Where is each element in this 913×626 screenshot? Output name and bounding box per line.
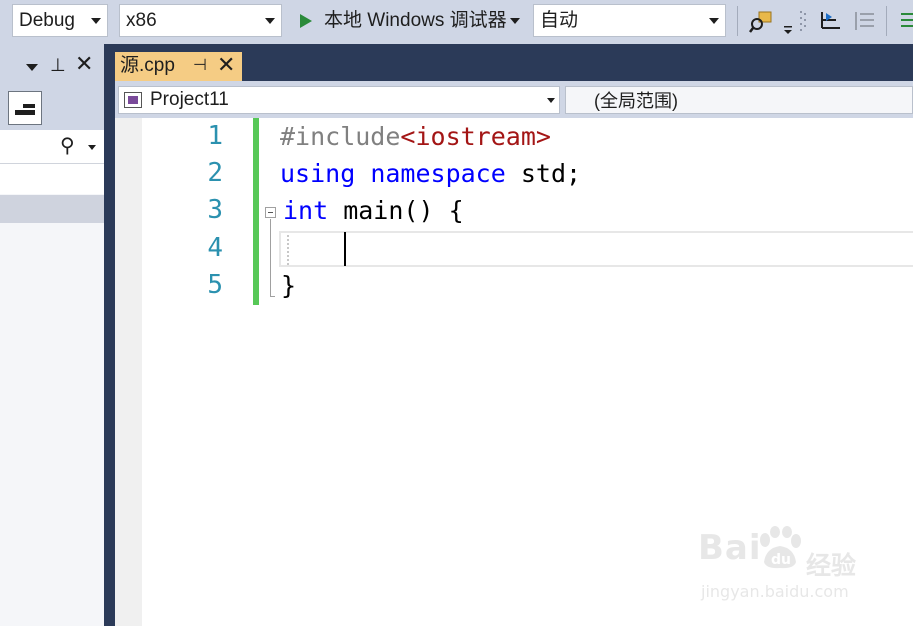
- collapse-region-icon[interactable]: [265, 207, 276, 218]
- outline-line: [270, 219, 271, 297]
- paw-logo-icon: du: [760, 526, 801, 569]
- document-tab-strip: 源.cpp ⊣ ✕: [115, 44, 913, 81]
- code-line-1[interactable]: #include<iostream>: [280, 118, 551, 155]
- baidu-jingyan-watermark: Bai du 经验 jingyan.baidu.com: [698, 526, 868, 606]
- code-line-5[interactable]: }: [281, 267, 296, 304]
- glyph-margin[interactable]: [115, 118, 142, 626]
- code-text: std;: [505, 159, 582, 188]
- change-tracking-bar: [253, 118, 259, 305]
- panel-search-box[interactable]: ⚲: [0, 130, 104, 164]
- line-number: 4: [207, 233, 223, 263]
- start-debugging-button[interactable]: 本地 Windows 调试器: [296, 4, 528, 37]
- preprocessor-directive: #include: [280, 122, 401, 151]
- include-header: <iostream>: [400, 122, 551, 151]
- pin-tab-icon[interactable]: ⊣: [193, 57, 207, 75]
- watermark-brand-left: Bai: [698, 528, 762, 568]
- keyword-int: int: [283, 196, 329, 225]
- step-into-icon[interactable]: [818, 8, 844, 34]
- platform-value: x86: [126, 10, 157, 31]
- scope-label: (全局范围): [594, 91, 678, 111]
- toolbar-overflow-icon[interactable]: [782, 14, 794, 36]
- navigation-bar: Project11 (全局范围): [115, 81, 913, 118]
- tab-source-cpp[interactable]: 源.cpp ⊣ ✕: [115, 52, 242, 81]
- main-toolbar: Debug x86 本地 Windows 调试器 自动: [0, 0, 913, 44]
- toolbar-separator: [886, 6, 887, 36]
- watermark-brand-cn: 经验: [806, 551, 857, 580]
- panel-header: ⊥ ✕: [0, 44, 104, 87]
- tab-label: 源.cpp: [120, 55, 175, 76]
- chevron-down-icon: [709, 18, 719, 24]
- tree-item[interactable]: [0, 164, 104, 194]
- tree-item-selected[interactable]: [0, 195, 104, 223]
- comment-lines-icon[interactable]: [897, 8, 913, 34]
- keyword-using: using: [280, 159, 356, 188]
- chevron-down-icon: [265, 18, 275, 24]
- project-name: Project11: [150, 89, 229, 110]
- indent-guide: [287, 235, 289, 265]
- outline-end: [270, 296, 275, 297]
- step-out-icon[interactable]: [852, 8, 878, 34]
- target-value: 自动: [540, 10, 579, 31]
- window-position-dropdown-icon[interactable]: [26, 64, 38, 71]
- keyword-namespace: namespace: [370, 159, 506, 188]
- debug-target-dropdown[interactable]: 自动: [533, 4, 726, 37]
- project-icon: [124, 92, 142, 108]
- line-number: 5: [207, 270, 223, 300]
- toolbar-separator: [737, 6, 738, 36]
- current-line-highlight: [279, 231, 913, 267]
- project-dropdown[interactable]: Project11: [118, 86, 560, 114]
- code-text: }: [281, 271, 297, 300]
- solution-configuration-dropdown[interactable]: Debug: [12, 4, 108, 37]
- search-icon[interactable]: ⚲: [60, 136, 75, 156]
- watermark-url: jingyan.baidu.com: [701, 582, 849, 601]
- panel-toolbar: [0, 87, 104, 130]
- close-icon[interactable]: ✕: [75, 53, 93, 75]
- chevron-down-icon[interactable]: [88, 145, 96, 150]
- close-tab-icon[interactable]: ✕: [217, 54, 235, 76]
- panel-splitter[interactable]: [104, 44, 115, 626]
- code-line-3[interactable]: int main() {: [283, 192, 464, 229]
- collapse-all-button[interactable]: [8, 91, 42, 125]
- text-caret: [344, 232, 346, 266]
- watermark-brand-right: du: [771, 552, 791, 568]
- find-in-files-icon[interactable]: [748, 8, 774, 34]
- solution-platform-dropdown[interactable]: x86: [119, 4, 282, 37]
- toolbar-grip-icon[interactable]: [798, 8, 808, 34]
- play-icon: [300, 14, 312, 28]
- pin-icon[interactable]: ⊥: [50, 56, 66, 74]
- line-number: 3: [207, 195, 223, 225]
- solution-explorer-panel: ⊥ ✕ ⚲: [0, 44, 104, 626]
- code-line-2[interactable]: using namespace std;: [280, 155, 581, 192]
- line-number: 1: [207, 121, 223, 151]
- configuration-value: Debug: [19, 10, 75, 31]
- code-text: main() {: [328, 196, 464, 225]
- chevron-down-icon[interactable]: [510, 18, 520, 24]
- scope-dropdown[interactable]: (全局范围): [565, 86, 913, 114]
- run-label: 本地 Windows 调试器: [324, 10, 507, 31]
- line-number: 2: [207, 158, 223, 188]
- chevron-down-icon: [91, 18, 101, 24]
- chevron-down-icon: [547, 98, 555, 103]
